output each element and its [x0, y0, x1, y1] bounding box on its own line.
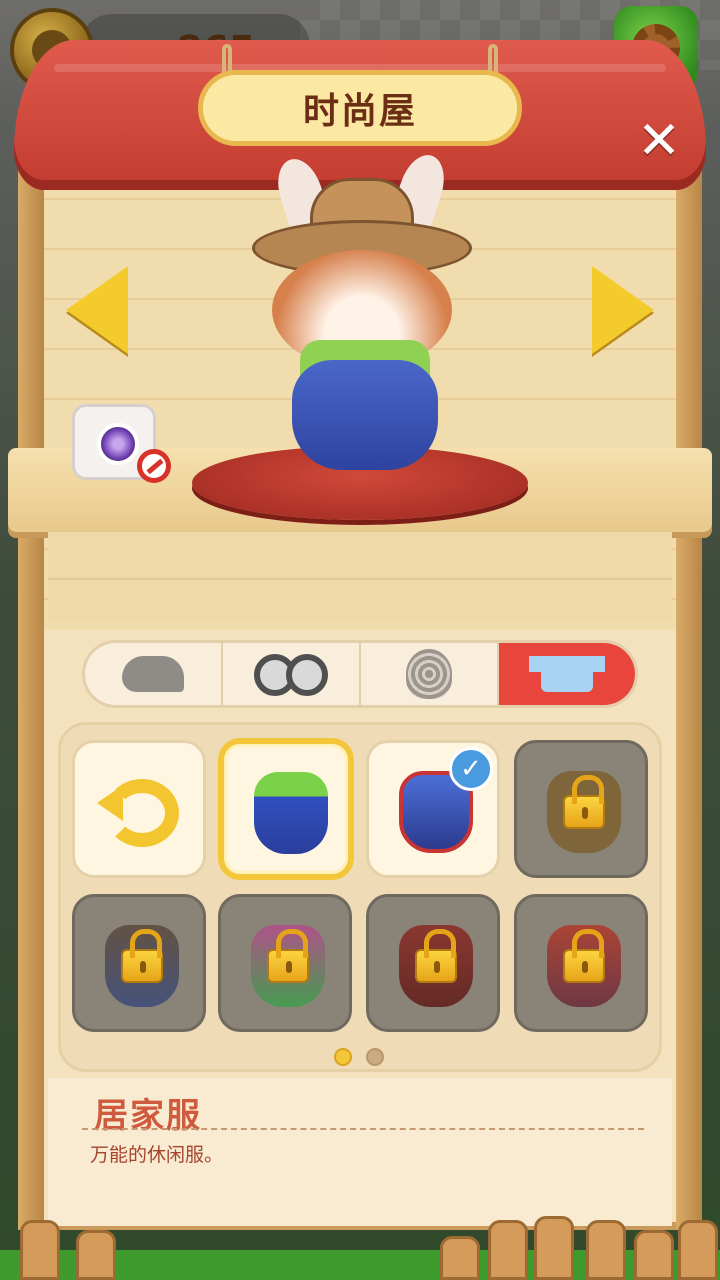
tab-scarf[interactable]	[361, 643, 499, 705]
fence-picket	[440, 1236, 480, 1280]
cap-icon	[122, 656, 184, 692]
tab-glasses[interactable]	[223, 643, 361, 705]
bottom-fence	[0, 1212, 720, 1280]
fence-picket	[586, 1220, 626, 1280]
item-slot-overalls[interactable]	[218, 738, 354, 880]
scarf-icon	[406, 649, 452, 699]
item-slot-locked[interactable]	[514, 740, 648, 878]
close-icon: ✕	[637, 111, 681, 171]
shop-title-sign: 时尚屋	[183, 70, 537, 146]
overalls-icon	[254, 772, 328, 854]
fence-picket	[634, 1230, 674, 1280]
shop-title: 时尚屋	[302, 91, 417, 132]
item-description-panel: 居家服 万能的休闲服。	[48, 1078, 672, 1226]
lock-icon	[415, 929, 457, 983]
shirt-icon	[529, 656, 605, 692]
check-icon: ✓	[449, 747, 493, 791]
divider	[82, 1128, 644, 1130]
item-slot-locked[interactable]	[514, 894, 648, 1032]
item-description: 万能的休闲服。	[90, 1144, 224, 1166]
booth-post-right	[676, 140, 702, 1230]
lock-icon	[121, 929, 163, 983]
lock-icon	[267, 929, 309, 983]
item-slot-locked[interactable]	[218, 894, 352, 1032]
booth-post-left	[18, 140, 44, 1230]
page-dot[interactable]	[366, 1048, 384, 1066]
glasses-icon	[254, 654, 328, 696]
lock-icon	[563, 775, 605, 829]
category-tabs	[82, 640, 638, 708]
page-dot-active[interactable]	[334, 1048, 352, 1066]
tab-clothes[interactable]	[499, 643, 635, 705]
arrow-left-icon[interactable]	[66, 266, 128, 354]
camera-icon	[97, 423, 139, 465]
fence-picket	[76, 1230, 116, 1280]
item-slot-locked[interactable]	[366, 894, 500, 1032]
shelf-front	[48, 532, 672, 622]
item-slot-locked[interactable]	[72, 894, 206, 1032]
undo-icon	[97, 779, 179, 847]
close-button[interactable]: ✕	[634, 115, 684, 167]
camera-button[interactable]	[72, 404, 171, 483]
lock-icon	[563, 929, 605, 983]
fence-picket	[534, 1216, 574, 1280]
item-slot-reset[interactable]	[72, 740, 206, 878]
tab-hat[interactable]	[85, 643, 223, 705]
item-slot-superhero[interactable]: ✓	[366, 740, 500, 878]
disabled-icon	[137, 449, 171, 483]
arrow-right-icon[interactable]	[592, 266, 654, 354]
fence-picket	[488, 1220, 528, 1280]
fence-picket	[20, 1220, 60, 1280]
character-preview	[250, 149, 480, 490]
character-overalls	[292, 360, 438, 470]
fence-picket	[678, 1220, 718, 1280]
